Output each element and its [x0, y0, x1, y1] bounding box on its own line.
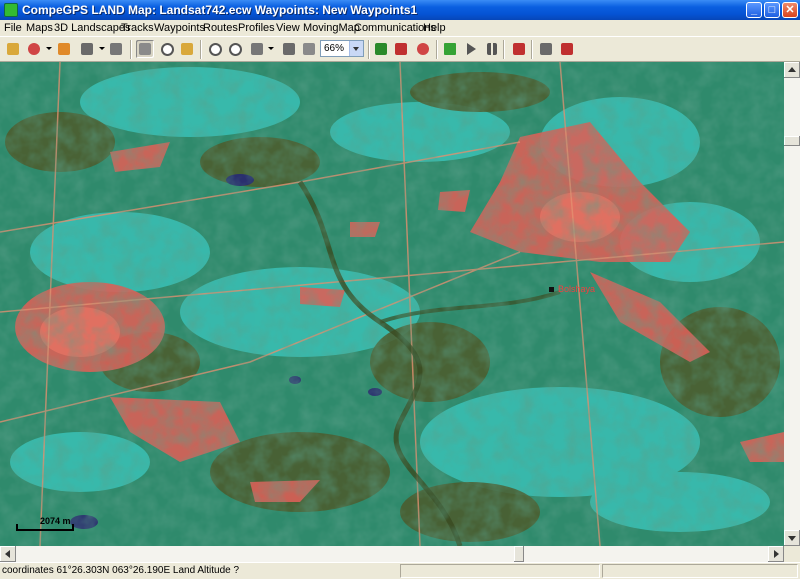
- toolbar: 66%: [0, 36, 800, 62]
- scroll-up-icon[interactable]: [784, 62, 800, 78]
- satellite-map-image: [0, 62, 784, 546]
- window-title: CompeGPS LAND Map: Landsat742.ecw Waypoi…: [22, 3, 418, 17]
- flag-icon[interactable]: [510, 40, 528, 58]
- menu-profiles[interactable]: Profiles: [238, 22, 275, 34]
- map-view[interactable]: Bolshaya 2074 m: [0, 62, 784, 546]
- scroll-right-icon[interactable]: [768, 546, 784, 562]
- track-icon[interactable]: [55, 40, 73, 58]
- scrollbar-corner: [784, 546, 800, 562]
- profile-chart-icon[interactable]: [392, 40, 410, 58]
- fit-view-dropdown-icon[interactable]: [268, 47, 274, 50]
- gps-dropdown-icon[interactable]: [99, 47, 105, 50]
- select-icon[interactable]: [178, 40, 196, 58]
- toolbar-separator: [200, 40, 201, 59]
- fit-view-icon[interactable]: [248, 40, 266, 58]
- menu-3d-landscapes[interactable]: 3D Landscapes: [54, 22, 130, 34]
- menu-tracks[interactable]: Tracks: [121, 22, 154, 34]
- maximize-button[interactable]: □: [764, 2, 780, 18]
- minimize-button[interactable]: _: [746, 2, 762, 18]
- status-panel: [602, 564, 798, 578]
- waypoint-marker[interactable]: [549, 287, 554, 292]
- menu-help[interactable]: Help: [423, 22, 446, 34]
- menu-file[interactable]: File: [4, 22, 22, 34]
- toolbar-separator: [130, 40, 131, 59]
- open-map-icon[interactable]: [4, 40, 22, 58]
- overview-icon[interactable]: [300, 40, 318, 58]
- toolbar-separator: [368, 40, 369, 59]
- vertical-scroll-thumb[interactable]: [784, 136, 800, 146]
- status-panel: [400, 564, 600, 578]
- menu-bar: File Maps 3D Landscapes Tracks Waypoints…: [0, 20, 800, 36]
- title-bar: CompeGPS LAND Map: Landsat742.ecw Waypoi…: [0, 0, 800, 20]
- zoom-in-icon[interactable]: [226, 40, 244, 58]
- menu-maps[interactable]: Maps: [26, 22, 53, 34]
- close-button[interactable]: ✕: [782, 2, 798, 18]
- transfer-icon[interactable]: [107, 40, 125, 58]
- menu-waypoints[interactable]: Waypoints: [154, 22, 205, 34]
- zoom-frame-icon[interactable]: [280, 40, 298, 58]
- menu-view[interactable]: View: [276, 22, 300, 34]
- zoom-window-icon[interactable]: [158, 40, 176, 58]
- horizontal-scrollbar[interactable]: [0, 546, 784, 562]
- app-icon: [4, 3, 18, 17]
- zoom-level-value: 66%: [324, 43, 345, 54]
- map-layers-dropdown-icon[interactable]: [46, 47, 52, 50]
- gps-device-icon[interactable]: [78, 40, 96, 58]
- pause-icon[interactable]: [482, 40, 500, 58]
- waypoints-icon[interactable]: [372, 40, 390, 58]
- toolbar-separator: [531, 40, 532, 59]
- waypoint-label: Bolshaya: [558, 284, 596, 294]
- toolbar-separator: [436, 40, 437, 59]
- scale-bar: 2074 m: [16, 514, 106, 536]
- plane-icon[interactable]: [558, 40, 576, 58]
- status-coordinates: coordinates 61°26.303N 063°26.190E Land …: [2, 565, 240, 576]
- toolbar-separator: [503, 40, 504, 59]
- vertical-scrollbar[interactable]: [784, 62, 800, 546]
- zoom-dropdown-icon[interactable]: [349, 41, 363, 56]
- map-layers-icon[interactable]: [25, 40, 43, 58]
- menu-movingmap[interactable]: MovingMap: [303, 22, 360, 34]
- scroll-left-icon[interactable]: [0, 546, 16, 562]
- scale-label: 2074 m: [40, 516, 71, 526]
- scale-line: [16, 529, 74, 531]
- hand-pan-icon[interactable]: [136, 40, 154, 58]
- scale-tick: [16, 524, 18, 531]
- scale-tick: [72, 524, 74, 531]
- play-icon[interactable]: [461, 40, 479, 58]
- record-icon[interactable]: [441, 40, 459, 58]
- scroll-down-icon[interactable]: [784, 530, 800, 546]
- moving-map-icon[interactable]: [414, 40, 432, 58]
- zoom-level-select[interactable]: 66%: [320, 40, 364, 57]
- menu-routes[interactable]: Routes: [203, 22, 238, 34]
- zoom-out-icon[interactable]: [206, 40, 224, 58]
- status-bar: coordinates 61°26.303N 063°26.190E Land …: [0, 562, 800, 579]
- calculator-icon[interactable]: [537, 40, 555, 58]
- horizontal-scroll-thumb[interactable]: [514, 546, 524, 562]
